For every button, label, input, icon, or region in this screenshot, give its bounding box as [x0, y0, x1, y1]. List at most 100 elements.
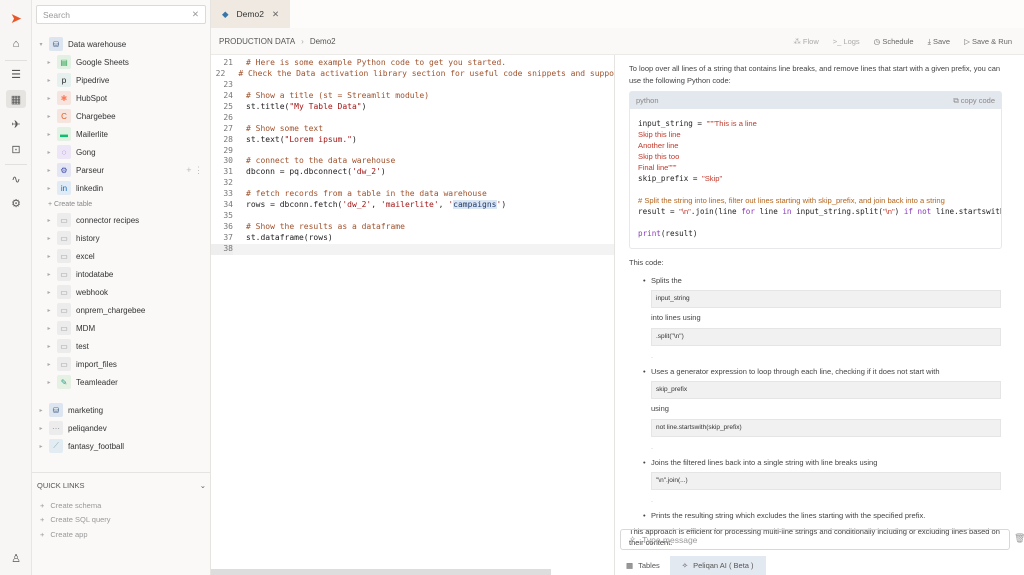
tab-peliqan-ai[interactable]: ✧ Peliqan AI ( Beta ) [669, 556, 766, 575]
trash-icon[interactable]: 🗑 [1014, 533, 1024, 544]
caret-right-icon[interactable]: ▸ [45, 253, 53, 260]
tree-item[interactable]: ▸ ✱ HubSpot [32, 89, 211, 107]
message-input[interactable]: ✧ Type message [620, 529, 1010, 550]
code-line[interactable]: 26 [211, 113, 614, 124]
user-icon[interactable]: ♙ [6, 549, 26, 567]
breadcrumb-item[interactable]: PRODUCTION DATA [219, 37, 295, 46]
chevron-down-icon[interactable]: ⌄ [200, 481, 206, 490]
tree-item[interactable]: ▸ p Pipedrive [32, 71, 211, 89]
quick-link-create-schema[interactable]: + Create schema [37, 498, 206, 513]
code-line[interactable]: 30 # connect to the data warehouse [211, 156, 614, 167]
tree-item[interactable]: ▸ ▤ Google Sheets [32, 53, 211, 71]
caret-right-icon[interactable]: ▸ [45, 235, 53, 242]
caret-right-icon[interactable]: ▸ [45, 343, 53, 350]
code-line[interactable]: 24 # Show a title (st = Streamlit module) [211, 91, 614, 102]
code-line[interactable]: 21 # Here is some example Python code to … [211, 58, 614, 69]
caret-right-icon[interactable]: ▸ [37, 407, 45, 414]
tab-tables[interactable]: ▦ Tables [616, 556, 670, 575]
caret-down-icon[interactable]: ▾ [37, 41, 45, 48]
code-line[interactable]: 28 st.text("Lorem ipsum.") [211, 135, 614, 146]
close-icon[interactable]: ✕ [192, 9, 199, 20]
home-icon[interactable]: ⌂ [6, 35, 26, 53]
tree-item-root[interactable]: ▸ ⋯ peliqandev [32, 419, 211, 437]
tree-item-folder[interactable]: ▸ ▭ import_files [32, 355, 211, 373]
caret-right-icon[interactable]: ▸ [45, 361, 53, 368]
quick-link-create-sql-query[interactable]: + Create SQL query [37, 513, 206, 528]
tree-item-folder[interactable]: ▸ ▭ intodatabe [32, 265, 211, 283]
tree-item-root[interactable]: ▸ ⛁ marketing [32, 401, 211, 419]
code-line[interactable]: 38 [211, 243, 614, 255]
tree-item-label: webhook [76, 287, 109, 297]
table-icon[interactable]: ▦ [6, 90, 26, 108]
tree-item-folder[interactable]: ▸ ▭ MDM [32, 319, 211, 337]
code-line[interactable]: 22 # Check the Data activation library se… [211, 69, 614, 80]
code-line[interactable]: 31 dbconn = pq.dbconnect('dw_2') [211, 167, 614, 178]
logs-button[interactable]: >_ Logs [833, 37, 860, 46]
code-line[interactable]: 32 [211, 178, 614, 189]
search-input[interactable]: Search ✕ [36, 5, 206, 24]
tree-item-folder[interactable]: ▸ ▭ webhook [32, 283, 211, 301]
code-line[interactable]: 36 # Show the results as a dataframe [211, 222, 614, 233]
tree-item-folder[interactable]: ▸ ▭ test [32, 337, 211, 355]
tree-item[interactable]: ▸ ◌ Gong [32, 143, 211, 161]
caret-right-icon[interactable]: ▸ [45, 59, 53, 66]
logo-icon[interactable]: ➤ [6, 9, 26, 27]
caret-right-icon[interactable]: ▸ [45, 95, 53, 102]
caret-right-icon[interactable]: ▸ [45, 217, 53, 224]
caret-right-icon[interactable]: ▸ [37, 443, 45, 450]
tab-demo2[interactable]: ◆ Demo2 ✕ [211, 0, 290, 28]
caret-right-icon[interactable]: ▸ [45, 113, 53, 120]
inline-code: input_string [651, 290, 1001, 308]
tree-item[interactable]: ▸ ▬ Mailerlite [32, 125, 211, 143]
tree-item[interactable]: ▸ C Chargebee [32, 107, 211, 125]
quick-link-create-app[interactable]: + Create app [37, 527, 206, 542]
tree-item[interactable]: ▸ ✎ Teamleader [32, 373, 211, 391]
create-table-button[interactable]: + Create table [32, 197, 211, 211]
close-tab-icon[interactable]: ✕ [272, 9, 279, 20]
save-button[interactable]: ⤓ Save [928, 37, 951, 47]
flow-button[interactable]: ⁂ Flow [793, 37, 818, 46]
tree-item-data-warehouse[interactable]: ▾ ⛁ Data warehouse [32, 35, 211, 53]
code-line[interactable]: 34 rows = dbconn.fetch('dw_2', 'mailerlit… [211, 200, 614, 211]
tree-item[interactable]: ▸ in linkedin [32, 179, 211, 197]
caret-right-icon[interactable]: ▸ [45, 325, 53, 332]
activity-icon[interactable]: ∿ [6, 170, 26, 188]
chart-icon: ⟋ [49, 439, 63, 453]
code-line[interactable]: 35 [211, 211, 614, 222]
code-line[interactable]: 33 # fetch records from a table in the da… [211, 189, 614, 200]
caret-right-icon[interactable]: ▸ [45, 131, 53, 138]
caret-right-icon[interactable]: ▸ [45, 167, 53, 174]
code-token: st.dataframe(rows) [246, 233, 333, 242]
code-line[interactable]: 27 # Show some text [211, 124, 614, 135]
caret-right-icon[interactable]: ▸ [45, 77, 53, 84]
caret-right-icon[interactable]: ▸ [45, 185, 53, 192]
code-line[interactable]: 23 [211, 80, 614, 91]
caret-right-icon[interactable]: ▸ [45, 271, 53, 278]
tree-item-folder[interactable]: ▸ ▭ connector recipes [32, 211, 211, 229]
caret-right-icon[interactable]: ▸ [45, 149, 53, 156]
tree-item-root[interactable]: ▸ ⟋ fantasy_football [32, 437, 211, 455]
tree-item-folder[interactable]: ▸ ▭ history [32, 229, 211, 247]
code-line[interactable]: 29 [211, 146, 614, 157]
box-icon[interactable]: ⊡ [6, 140, 26, 158]
caret-right-icon[interactable]: ▸ [37, 425, 45, 432]
rocket-icon[interactable]: ✈ [6, 115, 26, 133]
horizontal-scrollbar[interactable] [211, 569, 551, 575]
stack-icon[interactable]: ☰ [6, 65, 26, 83]
tree-item[interactable]: ▸ ⚙ Parseur + ⋮ [32, 161, 211, 179]
tree-item-folder[interactable]: ▸ ▭ onprem_chargebee [32, 301, 211, 319]
code-line[interactable]: 37 st.dataframe(rows) [211, 233, 614, 244]
code-editor[interactable]: 21 # Here is some example Python code to … [211, 55, 615, 575]
caret-right-icon[interactable]: ▸ [45, 379, 53, 386]
schedule-button[interactable]: ◷ Schedule [874, 37, 914, 46]
caret-right-icon[interactable]: ▸ [45, 289, 53, 296]
tree-item-folder[interactable]: ▸ ▭ excel [32, 247, 211, 265]
caret-right-icon[interactable]: ▸ [45, 307, 53, 314]
tree-item-label: import_files [76, 359, 117, 369]
line-number: 37 [223, 233, 233, 242]
code-line[interactable]: 25 st.title("My Table Data") [211, 102, 614, 113]
save-run-button[interactable]: ▷ Save & Run [964, 37, 1012, 46]
copy-code-button[interactable]: ⧉ copy code [953, 95, 995, 107]
row-actions[interactable]: + ⋮ [186, 165, 203, 176]
gear-icon[interactable]: ⚙ [6, 194, 26, 212]
